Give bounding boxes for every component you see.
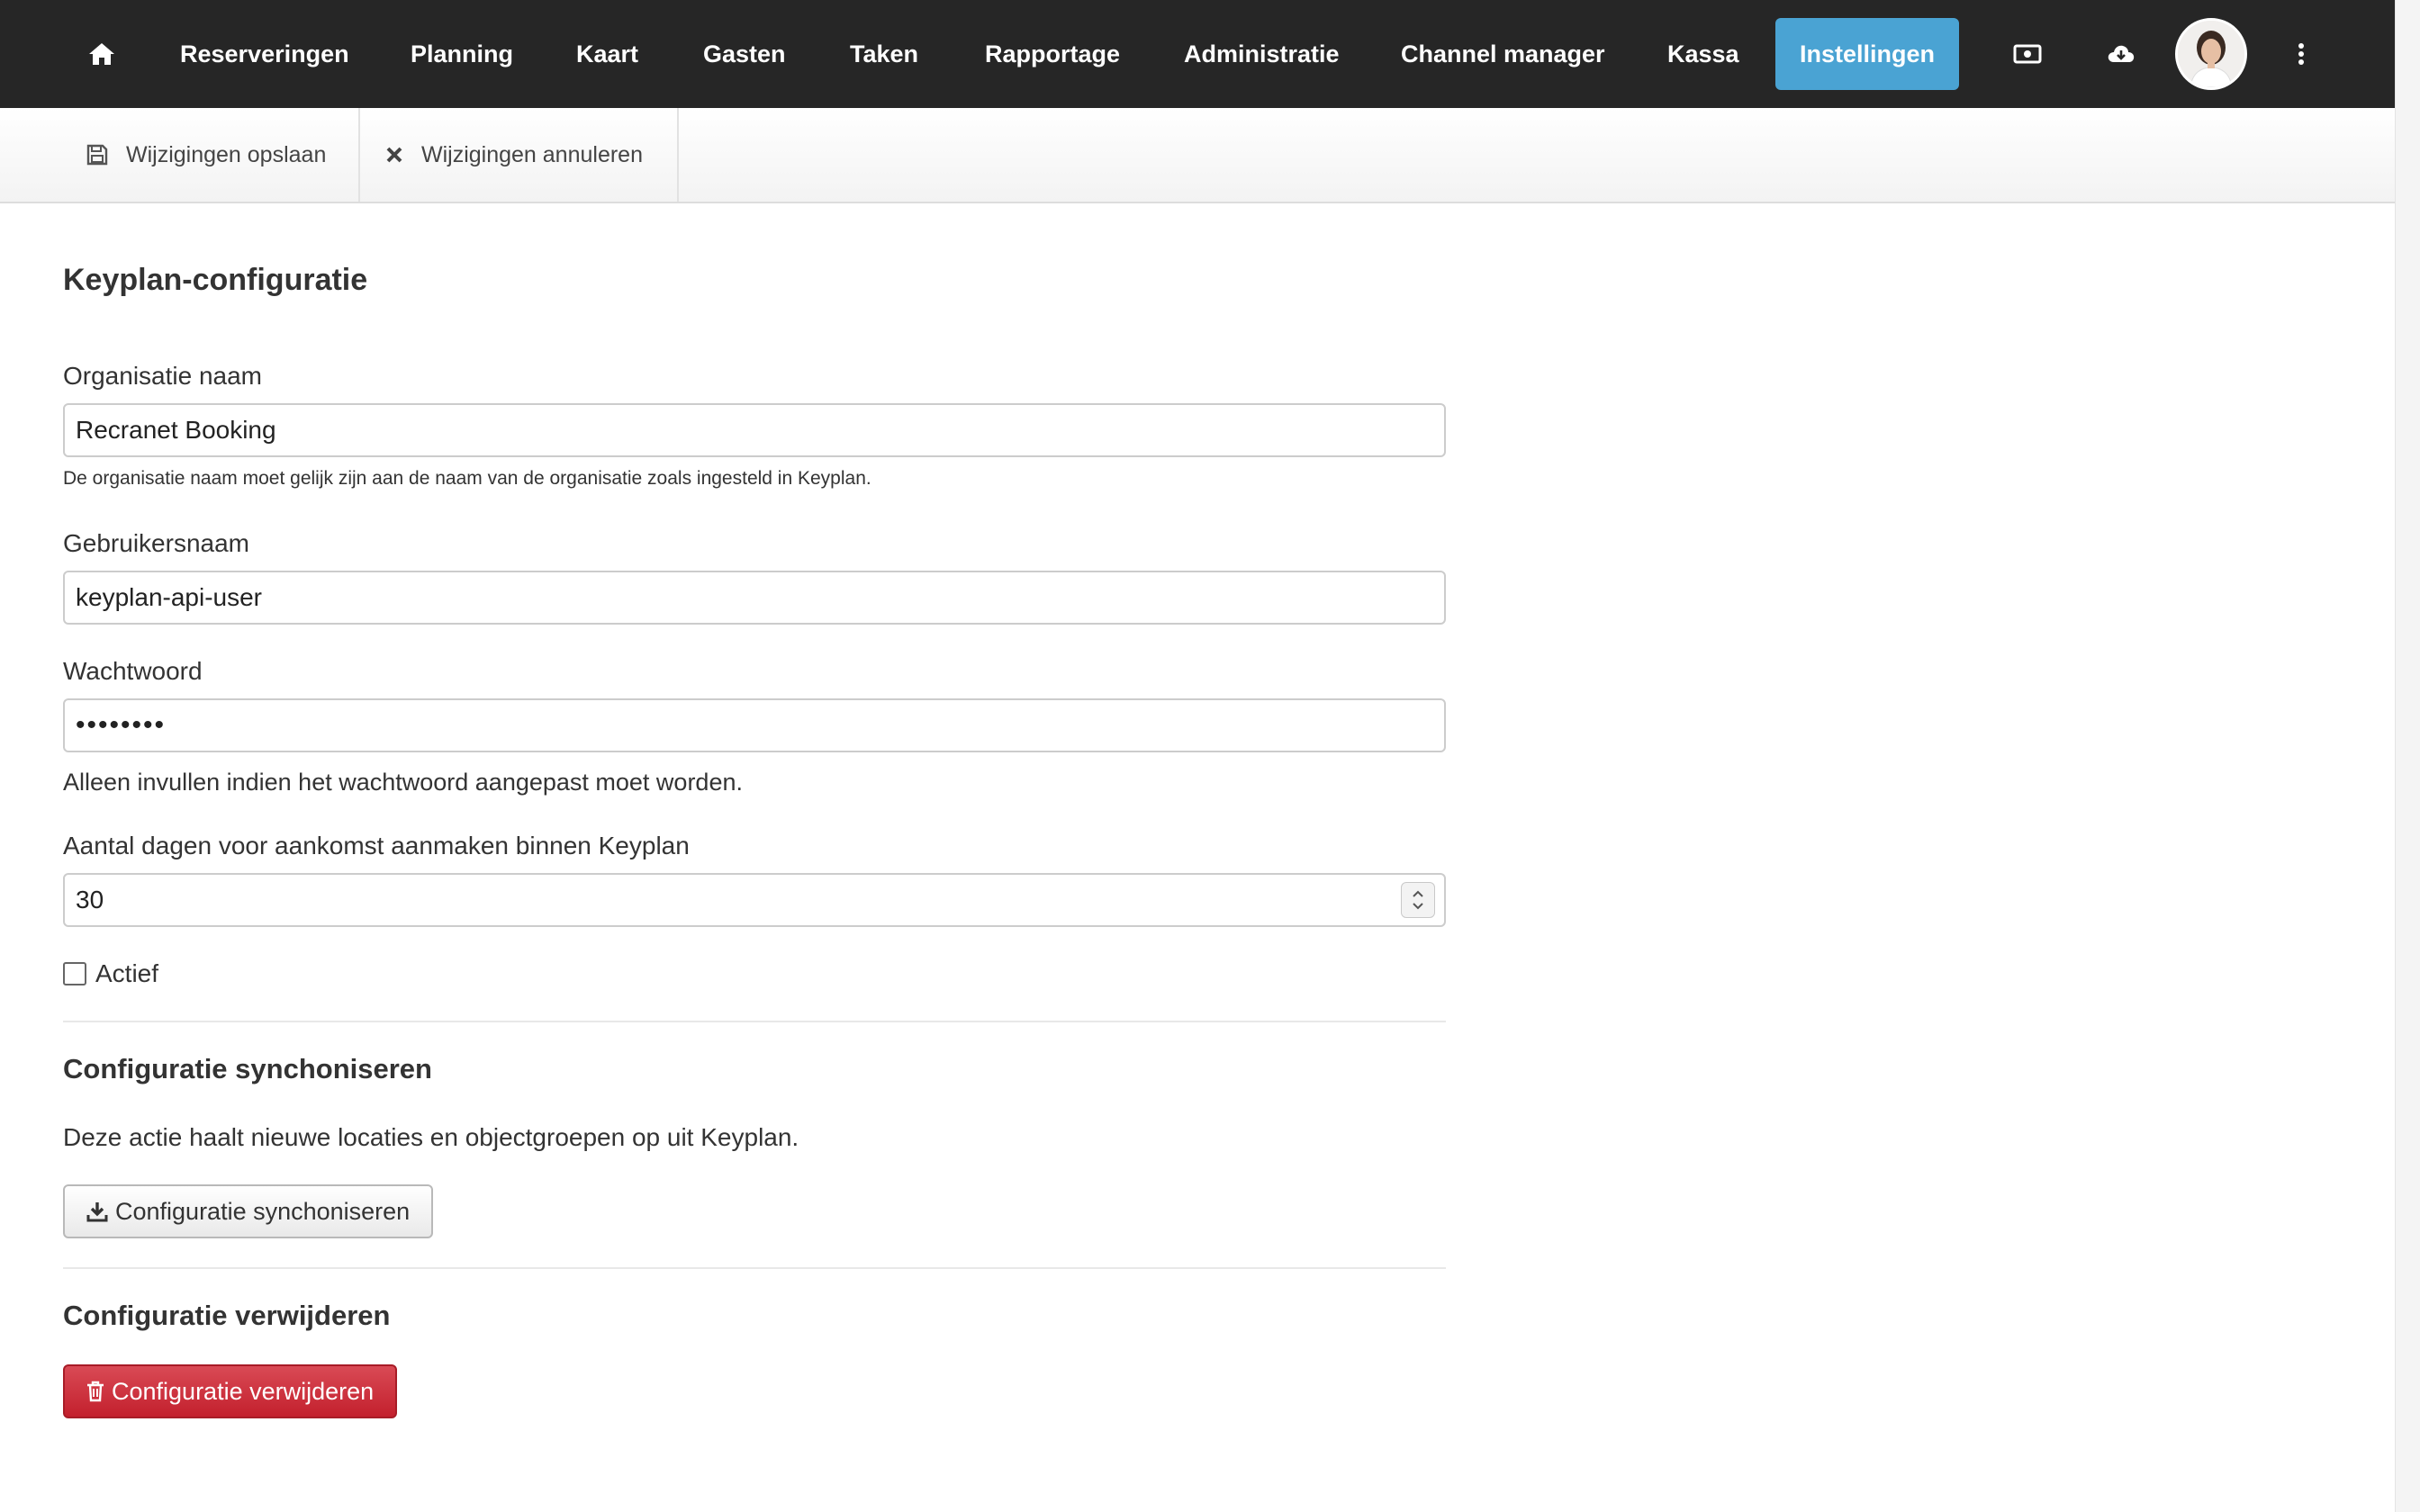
sync-configuration-label: Configuratie synchoniseren [115,1197,411,1225]
window-scrollbar[interactable] [2395,0,2420,1512]
number-stepper[interactable] [1401,882,1435,918]
chevron-down-icon [1413,903,1423,910]
delete-section-title: Configuratie verwijderen [63,1300,391,1331]
action-toolbar: Wijzigingen opslaan Wijzigingen annulere… [0,108,2395,203]
cancel-changes-label: Wijzigingen annuleren [421,141,643,167]
organisation-name-label: Organisatie naam [63,362,263,390]
nav-item-taken[interactable]: Taken [850,0,918,108]
floppy-disk-icon [86,144,108,166]
close-icon [386,147,402,163]
avatar[interactable] [2175,18,2247,90]
section-divider [63,1021,1446,1022]
password-help: Alleen invullen indien het wachtwoord aa… [63,769,743,796]
sync-configuration-button[interactable]: Configuratie synchoniseren [63,1184,434,1238]
delete-configuration-button[interactable]: Configuratie verwijderen [63,1364,398,1418]
sync-description: Deze actie haalt nieuwe locaties en obje… [63,1123,799,1151]
organisation-name-help: De organisatie naam moet gelijk zijn aan… [63,468,871,489]
nav-item-channel-manager[interactable]: Channel manager [1401,0,1605,108]
section-divider [63,1267,1446,1269]
save-changes-label: Wijzigingen opslaan [126,141,327,167]
password-input[interactable] [63,698,1446,752]
delete-configuration-label: Configuratie verwijderen [112,1377,375,1405]
nav-item-planning[interactable]: Planning [411,0,513,108]
more-vertical-icon[interactable] [2281,34,2321,74]
chevron-up-icon [1413,890,1423,897]
days-before-arrival-label: Aantal dagen voor aankomst aanmaken binn… [63,832,690,860]
username-input[interactable] [63,571,1446,625]
sync-section-title: Configuratie synchoniseren [63,1053,432,1084]
nav-item-instellingen[interactable]: Instellingen [1775,18,1959,90]
active-checkbox[interactable] [63,962,86,986]
save-changes-button[interactable]: Wijzigingen opslaan [0,108,360,202]
active-checkbox-row[interactable]: Actief [63,959,158,988]
page-title: Keyplan-configuratie [63,263,368,297]
username-label: Gebruikersnaam [63,529,249,557]
cash-register-icon[interactable] [2008,34,2047,74]
nav-item-rapportage[interactable]: Rapportage [985,0,1120,108]
organisation-name-input[interactable] [63,403,1446,457]
home-icon[interactable] [86,36,117,72]
nav-item-administratie[interactable]: Administratie [1184,0,1340,108]
cancel-changes-button[interactable]: Wijzigingen annuleren [360,108,679,202]
nav-item-kassa[interactable]: Kassa [1667,0,1739,108]
cloud-download-icon[interactable] [2101,34,2141,74]
days-before-arrival-input[interactable] [63,873,1446,927]
password-label: Wachtwoord [63,657,203,685]
nav-item-kaart[interactable]: Kaart [576,0,638,108]
active-checkbox-label: Actief [95,959,159,987]
nav-item-reserveringen[interactable]: Reserveringen [180,0,349,108]
download-icon [86,1202,108,1222]
top-navbar: Reserveringen Planning Kaart Gasten Take… [0,0,2395,108]
nav-item-gasten[interactable]: Gasten [703,0,786,108]
trash-icon [87,1381,104,1402]
